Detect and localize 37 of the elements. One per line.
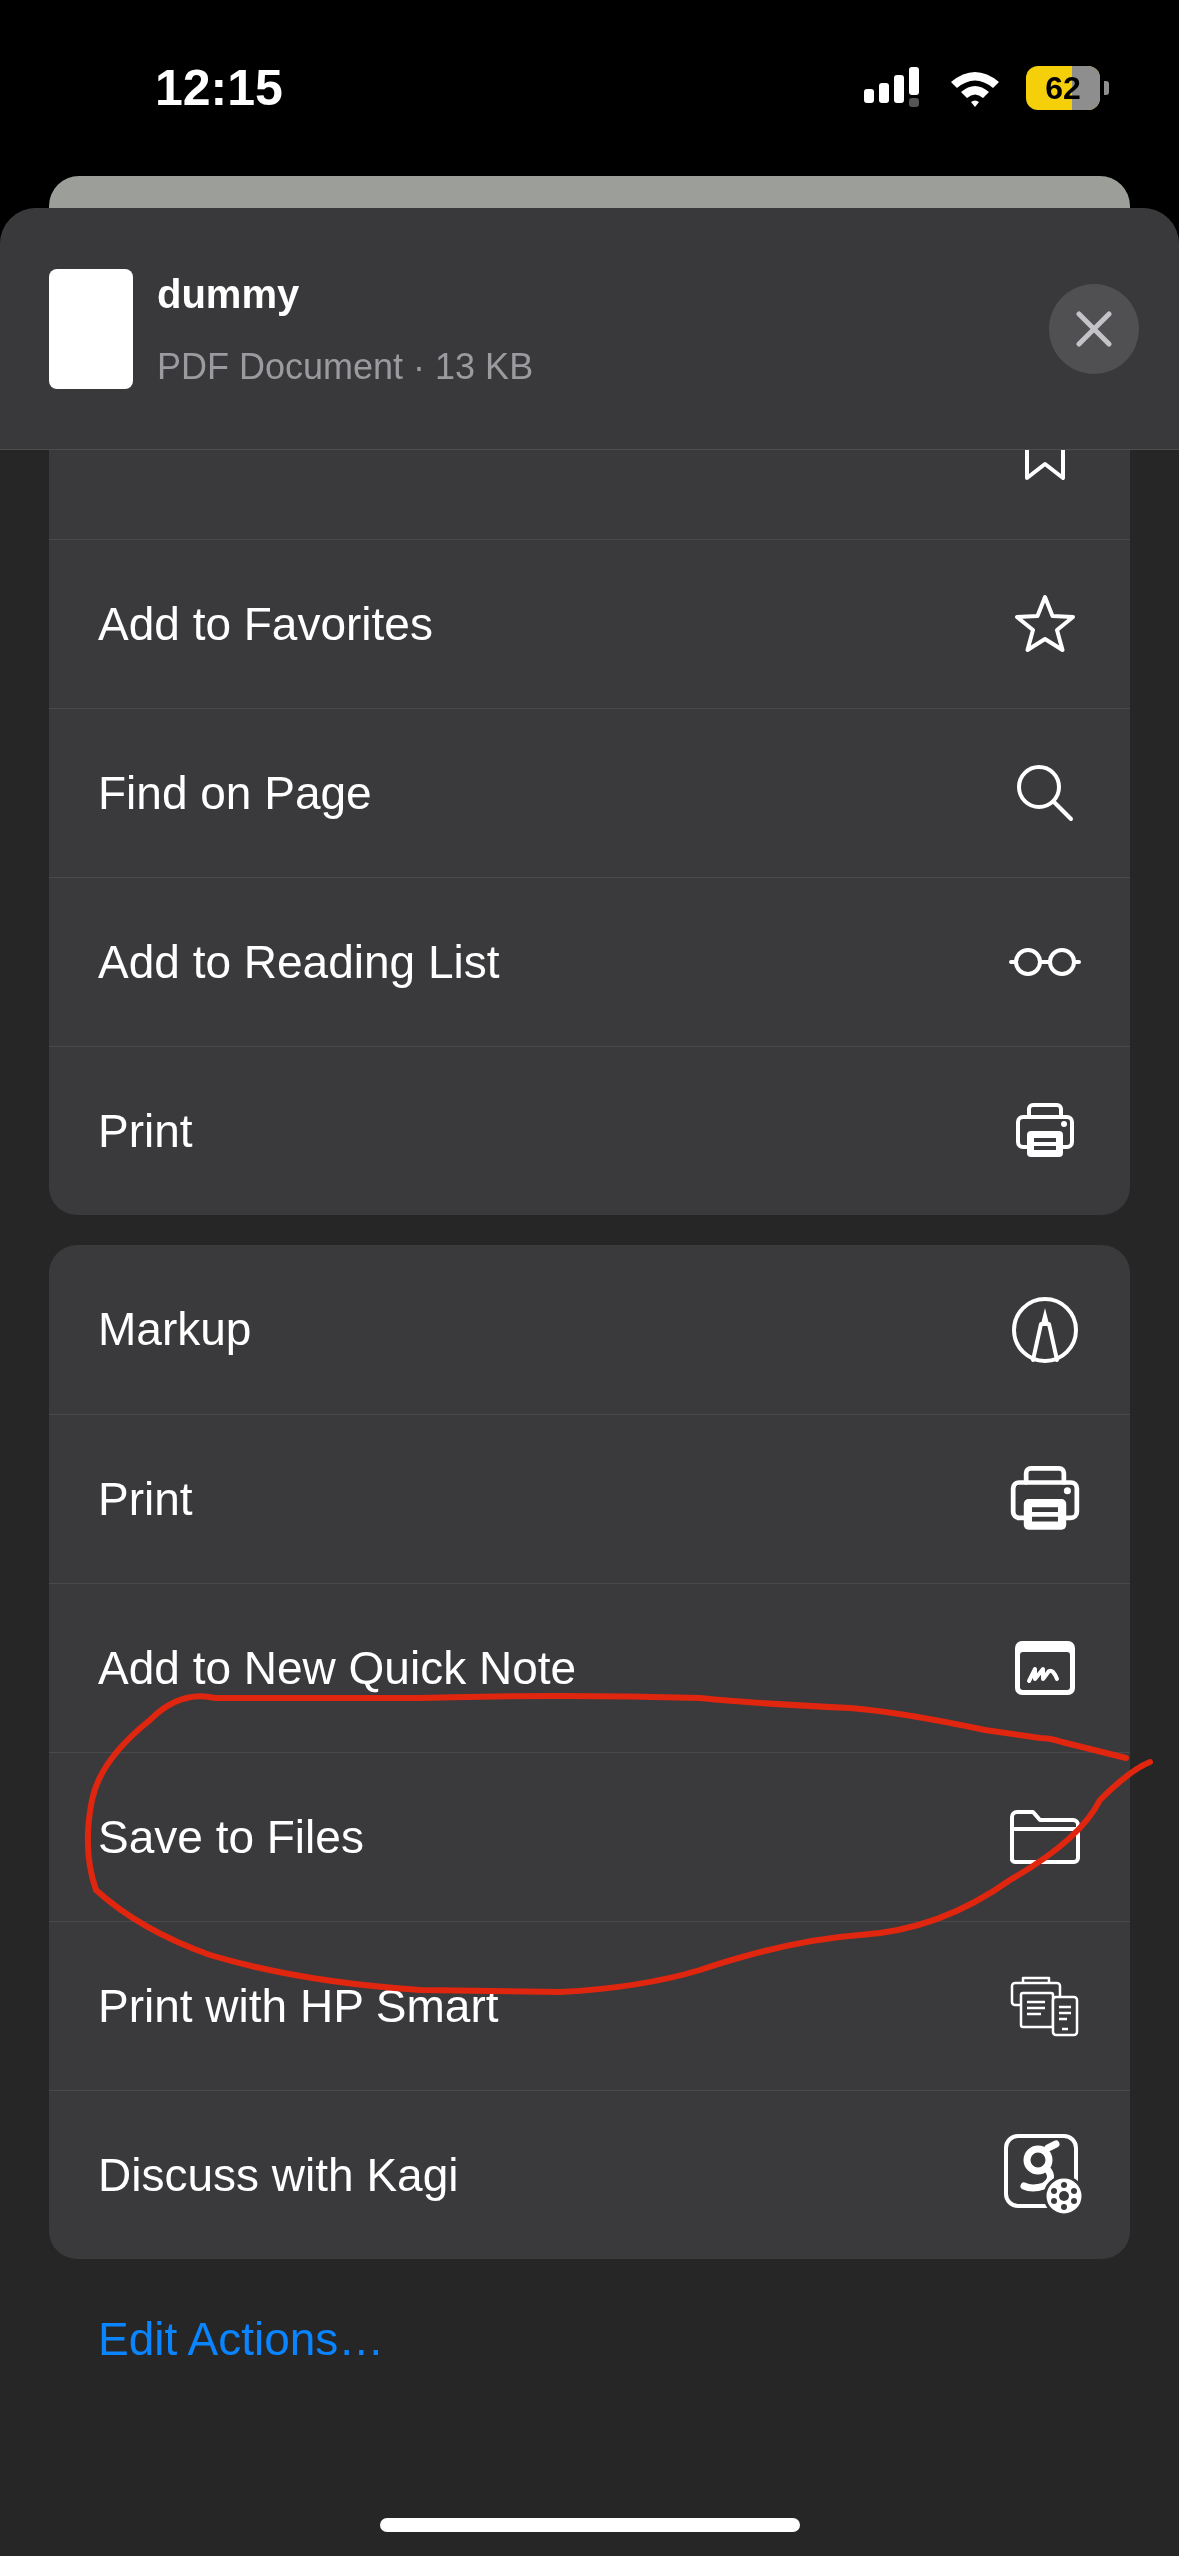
bookmark-icon xyxy=(1023,450,1067,482)
printer-phone-icon xyxy=(1009,1975,1081,2037)
action-label: Print xyxy=(98,1103,193,1159)
action-label: Save to Files xyxy=(98,1809,364,1865)
printer-icon xyxy=(1015,1103,1075,1159)
action-row[interactable]: Add to Favorites xyxy=(49,539,1130,708)
action-label: Print xyxy=(98,1471,193,1527)
action-row[interactable]: Add to New Quick Note xyxy=(49,1583,1130,1752)
printer-icon xyxy=(1009,1466,1081,1532)
glasses-icon xyxy=(1009,947,1081,977)
search-icon xyxy=(1015,763,1075,823)
action-row[interactable]: Discuss with Kagi xyxy=(49,2090,1130,2259)
star-icon xyxy=(1014,594,1076,654)
action-row[interactable]: Print with HP Smart xyxy=(49,1921,1130,2090)
action-label: Add to New Quick Note xyxy=(98,1640,577,1696)
action-row[interactable]: Add to Reading List xyxy=(49,877,1130,1046)
action-label: Add to Reading List xyxy=(98,934,500,990)
edit-actions-link[interactable]: Edit Actions… xyxy=(49,2295,434,2384)
pen-circle-icon xyxy=(1011,1295,1079,1364)
action-row[interactable]: Print xyxy=(49,1414,1130,1583)
battery-cap-icon xyxy=(1104,81,1109,95)
action-row[interactable]: Markup xyxy=(49,1245,1130,1414)
file-info: PDF Document · 13 KB xyxy=(157,344,534,389)
action-row[interactable]: Find on Page xyxy=(49,708,1130,877)
action-label: Markup xyxy=(98,1302,252,1357)
status-time: 12:15 xyxy=(155,58,283,118)
action-label: Discuss with Kagi xyxy=(98,2147,459,2203)
file-name: dummy xyxy=(157,270,301,318)
action-label: Print with HP Smart xyxy=(98,1978,499,2034)
note-icon xyxy=(1013,1639,1077,1697)
action-label: Find on Page xyxy=(98,765,372,821)
close-icon xyxy=(1076,310,1112,347)
action-row[interactable]: Print xyxy=(49,1046,1130,1215)
action-label: Add to Favorites xyxy=(98,596,433,652)
action-row[interactable]: Save to Files xyxy=(49,1752,1130,1921)
battery-indicator: 62 xyxy=(1026,66,1100,110)
folder-icon xyxy=(1009,1809,1081,1865)
